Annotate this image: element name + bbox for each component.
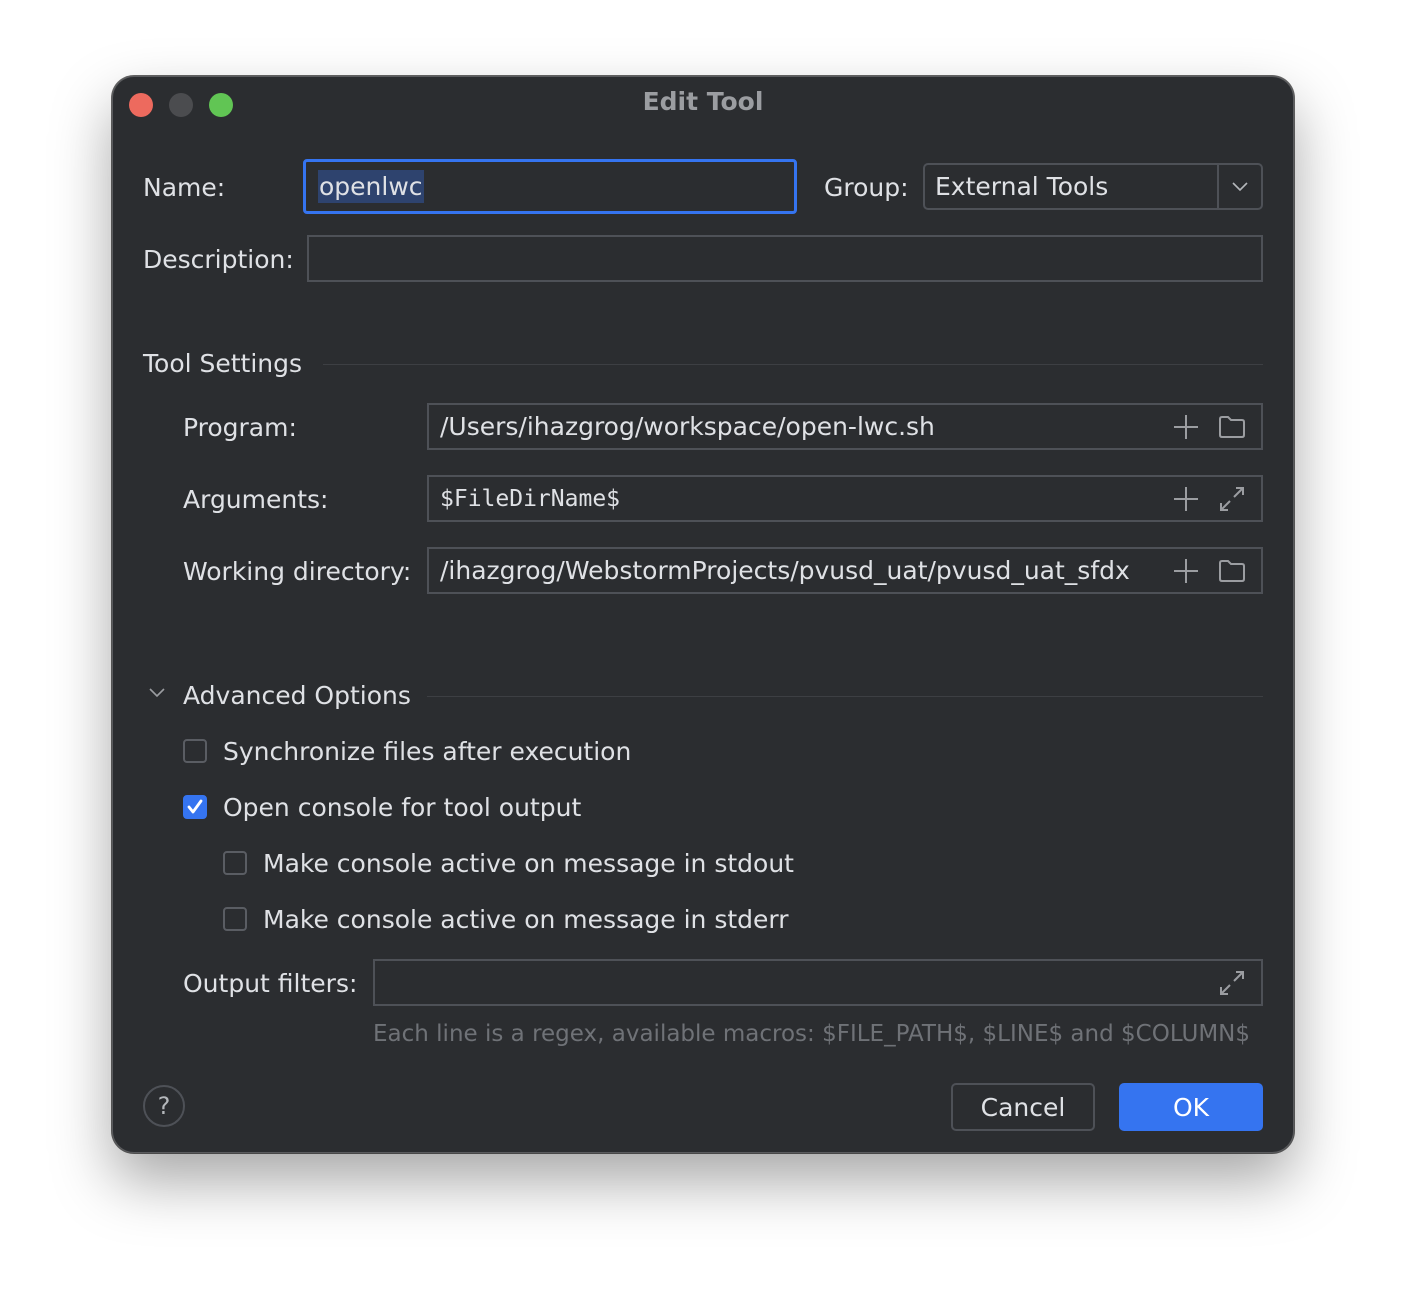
arguments-value: $FileDirName$ <box>440 485 621 512</box>
checkmark-icon <box>187 799 203 814</box>
program-value: /Users/ihazgrog/workspace/open-lwc.sh <box>440 412 935 441</box>
tool-settings-separator <box>323 364 1263 365</box>
description-label: Description: <box>143 245 294 274</box>
tool-settings-title: Tool Settings <box>143 349 303 378</box>
insert-macro-plus-icon[interactable] <box>1171 484 1201 514</box>
name-input[interactable]: openlwc <box>303 159 797 214</box>
help-button[interactable]: ? <box>143 1085 185 1127</box>
open-console-checkbox[interactable] <box>183 795 207 819</box>
console-active-stdout-checkbox[interactable] <box>223 851 247 875</box>
cancel-button[interactable]: Cancel <box>951 1083 1095 1131</box>
insert-macro-plus-icon[interactable] <box>1171 556 1201 586</box>
group-select[interactable]: External Tools <box>923 163 1263 210</box>
browse-folder-icon[interactable] <box>1217 556 1247 586</box>
working-directory-label: Working directory: <box>183 557 412 586</box>
console-active-stderr-label[interactable]: Make console active on message in stderr <box>263 905 789 934</box>
working-directory-input[interactable]: /ihazgrog/WebstormProjects/pvusd_uat/pvu… <box>427 547 1263 594</box>
console-active-stderr-checkbox[interactable] <box>223 907 247 931</box>
description-input[interactable] <box>307 235 1263 282</box>
expand-editor-icon[interactable] <box>1217 968 1247 998</box>
working-directory-value: /ihazgrog/WebstormProjects/pvusd_uat/pvu… <box>440 556 1130 585</box>
browse-folder-icon[interactable] <box>1217 412 1247 442</box>
output-filters-input[interactable] <box>373 959 1263 1006</box>
expand-editor-icon[interactable] <box>1217 484 1247 514</box>
group-value: External Tools <box>935 172 1109 201</box>
output-filters-label: Output filters: <box>183 969 358 998</box>
edit-tool-dialog: Edit Tool Name: openlwc Group: External … <box>112 76 1294 1153</box>
program-input[interactable]: /Users/ihazgrog/workspace/open-lwc.sh <box>427 403 1263 450</box>
open-console-label[interactable]: Open console for tool output <box>223 793 581 822</box>
advanced-options-separator <box>427 696 1263 697</box>
console-active-stdout-label[interactable]: Make console active on message in stdout <box>263 849 794 878</box>
synchronize-files-checkbox[interactable] <box>183 739 207 763</box>
chevron-down-icon[interactable] <box>144 680 170 706</box>
advanced-options-toggle[interactable]: Advanced Options <box>183 681 411 710</box>
question-mark-icon: ? <box>157 1092 171 1120</box>
dialog-title: Edit Tool <box>642 87 764 116</box>
synchronize-files-label[interactable]: Synchronize files after execution <box>223 737 631 766</box>
arguments-input[interactable]: $FileDirName$ <box>427 475 1263 522</box>
arguments-label: Arguments: <box>183 485 329 514</box>
insert-macro-plus-icon[interactable] <box>1171 412 1201 442</box>
chevron-down-icon[interactable] <box>1217 165 1261 208</box>
output-filters-hint: Each line is a regex, available macros: … <box>373 1021 1250 1047</box>
ok-button[interactable]: OK <box>1119 1083 1263 1131</box>
name-label: Name: <box>143 173 226 202</box>
group-label: Group: <box>824 173 909 202</box>
name-value: openlwc <box>318 170 424 203</box>
program-label: Program: <box>183 413 297 442</box>
